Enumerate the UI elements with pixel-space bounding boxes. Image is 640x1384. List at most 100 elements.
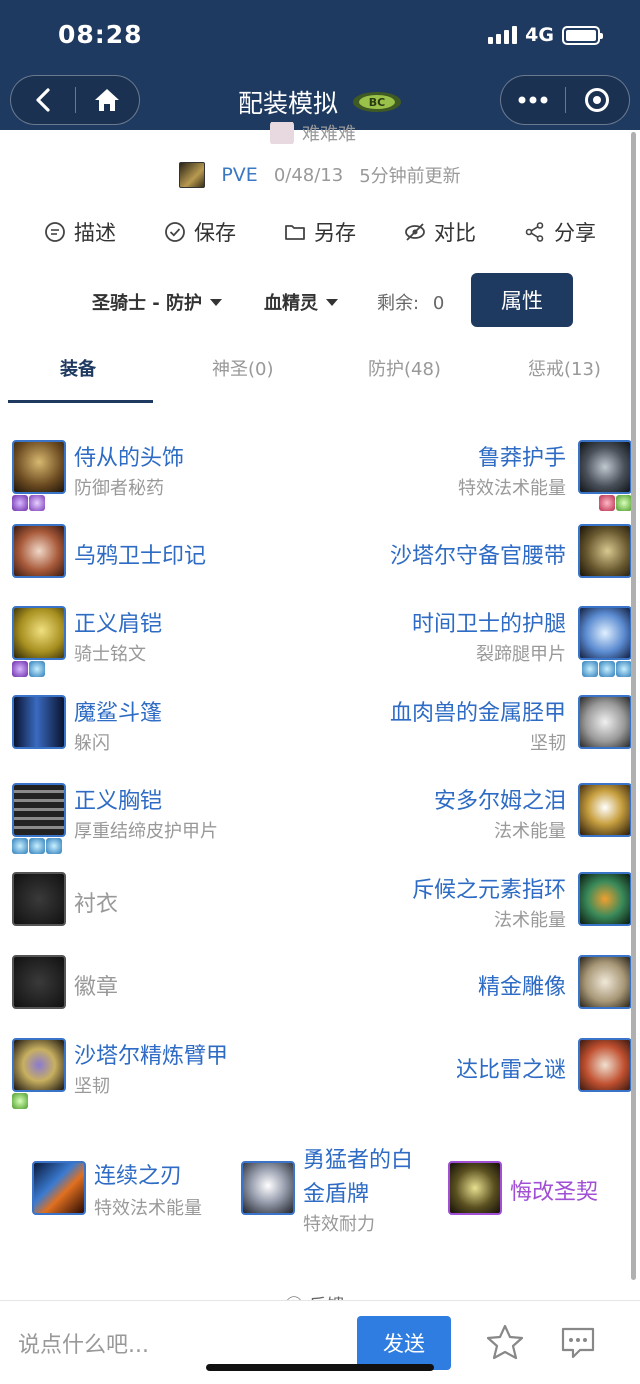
slot-legs[interactable]: 时间卫士的护腿 裂蹄腿甲片 — [332, 606, 632, 677]
slot-trinket-2[interactable]: 达比雷之谜 — [332, 1038, 632, 1108]
item-name: 正义胸铠 — [74, 789, 163, 814]
avatar — [270, 122, 294, 144]
ring-item-icon — [578, 783, 632, 837]
remaining-label: 剩余: — [377, 293, 420, 314]
blue-gem-icon — [29, 838, 45, 854]
item-enchant: 特效法术能量 — [458, 478, 566, 499]
action-bar: 描述 保存 另存 对比 分享 — [0, 214, 640, 250]
update-time: 5分钟前更新 — [359, 166, 461, 187]
wrist-item-icon — [12, 1038, 66, 1092]
gem-sockets — [582, 661, 632, 677]
class-spec-value: 圣骑士 - 防护 — [92, 293, 203, 314]
slot-head[interactable]: 侍从的头饰 防御者秘药 — [12, 440, 312, 511]
slot-relic[interactable]: 悔改圣契 — [448, 1148, 618, 1238]
slot-waist[interactable]: 沙塔尔守备官腰带 — [332, 524, 632, 594]
purple-gem-icon — [12, 661, 28, 677]
slot-off-hand[interactable]: 勇猛者的白 金盾牌 特效耐力 — [241, 1140, 431, 1235]
item-name: 连续之刃 — [94, 1164, 183, 1189]
tab-holy[interactable]: 神圣(0) — [212, 355, 274, 381]
item-name: 沙塔尔精炼臂甲 — [74, 1044, 229, 1069]
send-button[interactable]: 发送 — [357, 1316, 451, 1370]
boots-item-icon — [578, 695, 632, 749]
slot-neck[interactable]: 乌鸦卫士印记 — [12, 524, 312, 594]
attributes-button[interactable]: 属性 — [471, 273, 573, 327]
comments-button[interactable] — [560, 1326, 596, 1364]
describe-button[interactable]: 描述 — [44, 214, 116, 250]
network-type: 4G — [525, 24, 554, 46]
slot-feet[interactable]: 血肉兽的金属胫甲 坚韧 — [332, 695, 632, 765]
slot-wrist[interactable]: 沙塔尔精炼臂甲 坚韧 — [12, 1038, 312, 1109]
more-button[interactable] — [501, 75, 565, 125]
item-name: 徽章 — [74, 975, 119, 1000]
author-row: 难难难 — [270, 122, 356, 144]
item-name: 乌鸦卫士印记 — [74, 544, 207, 569]
item-enchant: 骑士铭文 — [74, 644, 146, 665]
status-time: 08:28 — [58, 20, 143, 49]
purple-gem-icon — [12, 495, 28, 511]
blue-gem-icon — [46, 838, 62, 854]
blade-item-icon — [32, 1161, 86, 1215]
item-name: 精金雕像 — [477, 975, 566, 1000]
svg-text:BC: BC — [369, 96, 385, 109]
item-name: 鲁莽护手 — [477, 446, 566, 471]
save-button[interactable]: 保存 — [164, 214, 236, 250]
close-miniprogram-button[interactable] — [566, 75, 630, 125]
slot-shoulder[interactable]: 正义肩铠 骑士铭文 — [12, 606, 312, 677]
scrollbar[interactable] — [631, 132, 636, 1280]
star-icon — [486, 1324, 524, 1360]
favorite-button[interactable] — [486, 1324, 524, 1364]
item-enchant: 裂蹄腿甲片 — [476, 644, 566, 665]
tab-bar: 装备 神圣(0) 防护(48) 惩戒(13) — [0, 345, 640, 403]
slot-back[interactable]: 魔鲨斗篷 躲闪 — [12, 695, 312, 765]
gem-sockets — [12, 838, 62, 854]
build-selectors: 圣骑士 - 防护 血精灵 剩余: 0 属性 — [0, 273, 640, 327]
author-name: 难难难 — [302, 124, 356, 144]
ring-item-icon — [578, 872, 632, 926]
item-name: 魔鲨斗篷 — [74, 701, 163, 726]
head-item-icon — [12, 440, 66, 494]
describe-label: 描述 — [74, 221, 116, 245]
slot-chest[interactable]: 正义胸铠 厚重结缔皮护甲片 — [12, 783, 312, 854]
item-name: 衬衣 — [74, 892, 119, 917]
tab-protection[interactable]: 防护(48) — [368, 355, 441, 381]
comment-input[interactable]: 说点什么吧... — [18, 1327, 149, 1359]
purple-gem-icon — [29, 495, 45, 511]
save-as-label: 另存 — [314, 221, 356, 245]
tab-retribution[interactable]: 惩戒(13) — [528, 355, 601, 381]
share-button[interactable]: 分享 — [524, 214, 596, 250]
build-meta: PVE 0/48/13 5分钟前更新 — [0, 162, 640, 188]
remaining-points: 剩余: 0 — [377, 289, 444, 315]
item-name: 沙塔尔守备官腰带 — [389, 544, 566, 569]
slot-finger-2[interactable]: 斥候之元素指环 法术能量 — [332, 872, 632, 942]
blue-gem-icon — [616, 661, 632, 677]
app-root: 08:28 4G 配装模拟 BC 难难难 PVE 0/48/13 5分钟前更新 … — [0, 0, 640, 1384]
item-name-line1: 勇猛者的白 — [303, 1148, 414, 1173]
blue-gem-icon — [29, 661, 45, 677]
slot-trinket-1[interactable]: 精金雕像 — [332, 955, 632, 1025]
chat-bubble-icon — [561, 1327, 595, 1359]
mode-label: PVE — [221, 164, 258, 186]
share-icon — [525, 222, 544, 242]
slot-shirt[interactable]: 衬衣 — [12, 872, 312, 942]
share-label: 分享 — [554, 221, 596, 245]
race-dropdown[interactable]: 血精灵 — [264, 289, 338, 315]
shoulder-item-icon — [12, 606, 66, 660]
item-enchant: 躲闪 — [74, 733, 110, 754]
blue-gem-icon — [582, 661, 598, 677]
gloves-item-icon — [578, 440, 632, 494]
save-as-button[interactable]: 另存 — [284, 214, 356, 250]
slot-hands[interactable]: 鲁莽护手 特效法术能量 — [332, 440, 632, 511]
shirt-placeholder-icon — [12, 872, 66, 926]
item-enchant: 防御者秘药 — [74, 478, 164, 499]
tabard-placeholder-icon — [12, 955, 66, 1009]
cloak-item-icon — [12, 695, 66, 749]
compare-label: 对比 — [434, 221, 476, 245]
item-name: 血肉兽的金属胫甲 — [389, 701, 566, 726]
slot-finger-1[interactable]: 安多尔姆之泪 法术能量 — [332, 783, 632, 853]
compare-button[interactable]: 对比 — [404, 214, 476, 250]
slot-tabard[interactable]: 徽章 — [12, 955, 312, 1025]
class-spec-dropdown[interactable]: 圣骑士 - 防护 — [92, 289, 223, 315]
blue-gem-icon — [599, 661, 615, 677]
tab-equipment[interactable]: 装备 — [60, 355, 96, 381]
slot-main-hand[interactable]: 连续之刃 特效法术能量 — [32, 1148, 232, 1238]
